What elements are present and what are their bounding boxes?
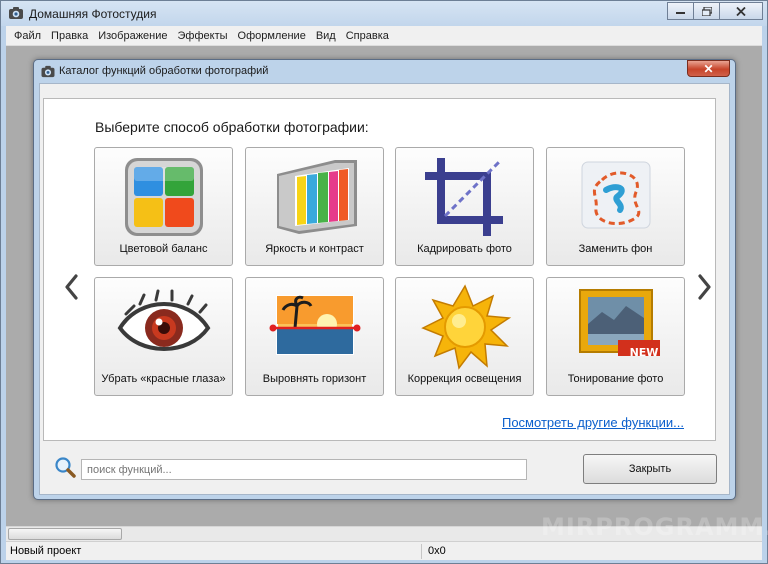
status-bar: Новый проект 0x0 (6, 541, 762, 560)
status-coordinates: 0x0 (428, 545, 446, 557)
menu-bar: Файл Правка Изображение Эффекты Оформлен… (6, 26, 762, 46)
tile-label: Убрать «красные глаза» (101, 373, 226, 385)
dialog-close-button[interactable]: ✕ (687, 60, 730, 77)
red-eye-icon (117, 289, 211, 351)
new-badge: NEW (629, 346, 659, 359)
title-bar: Домашняя Фотостудия (1, 1, 767, 26)
dialog-title-bar: Каталог функций обработки фотографий ✕ (34, 60, 735, 82)
maximize-button[interactable] (693, 2, 720, 20)
sun-icon (421, 284, 512, 370)
menu-help[interactable]: Справка (341, 30, 394, 42)
close-icon: ✕ (703, 61, 714, 76)
tile-label: Выровнять горизонт (262, 373, 367, 385)
menu-edit[interactable]: Правка (46, 30, 93, 42)
minimize-button[interactable] (667, 2, 694, 20)
status-divider (421, 544, 422, 559)
chevron-right-icon[interactable] (696, 274, 712, 300)
tile-horizon[interactable]: Выровнять горизонт (245, 277, 384, 396)
search-input[interactable] (81, 459, 527, 480)
menu-file[interactable]: Файл (9, 30, 46, 42)
panel-heading: Выберите способ обработки фотографии: (95, 119, 369, 135)
menu-view[interactable]: Вид (311, 30, 341, 42)
tile-color-balance[interactable]: Цветовой баланс (94, 147, 233, 266)
scrollbar-thumb[interactable] (8, 528, 122, 540)
search-icon (55, 457, 76, 478)
more-functions-link[interactable]: Посмотреть другие функции... (502, 415, 684, 430)
color-balance-icon (125, 158, 203, 236)
tile-replace-background[interactable]: Заменить фон (546, 147, 685, 266)
minimize-icon (676, 12, 685, 14)
tile-label: Цветовой баланс (119, 243, 208, 255)
camera-icon (41, 65, 55, 78)
status-project-name: Новый проект (10, 545, 82, 557)
window-controls (667, 2, 763, 20)
restore-icon (701, 6, 712, 16)
window-title: Домашняя Фотостудия (29, 7, 157, 21)
camera-icon (9, 7, 23, 19)
close-icon (736, 6, 746, 16)
dialog-body: Выберите способ обработки фотографии: Цв… (39, 83, 730, 495)
menu-effects[interactable]: Эффекты (173, 30, 233, 42)
menu-design[interactable]: Оформление (233, 30, 311, 42)
chevron-left-icon[interactable] (64, 274, 80, 300)
horizon-icon (269, 295, 361, 355)
tile-label: Тонирование фото (567, 373, 664, 385)
tile-lighting[interactable]: Коррекция освещения (395, 277, 534, 396)
function-catalog-dialog: Каталог функций обработки фотографий ✕ В… (33, 59, 736, 500)
replace-background-icon (581, 161, 651, 229)
tile-label: Коррекция освещения (407, 373, 522, 385)
close-button[interactable]: Закрыть (583, 454, 717, 484)
tile-brightness-contrast[interactable]: Яркость и контраст (245, 147, 384, 266)
tile-label: Заменить фон (578, 243, 653, 255)
tile-toning[interactable]: NEW Тонирование фото (546, 277, 685, 396)
tile-crop[interactable]: Кадрировать фото (395, 147, 534, 266)
window-close-button[interactable] (719, 2, 763, 20)
tile-label: Яркость и контраст (265, 243, 364, 255)
menu-image[interactable]: Изображение (93, 30, 172, 42)
dialog-title: Каталог функций обработки фотографий (59, 65, 269, 77)
tile-red-eye[interactable]: Убрать «красные глаза» (94, 277, 233, 396)
brightness-contrast-icon (277, 160, 357, 234)
watermark: MIRPROGRAMM.RU (541, 513, 768, 541)
functions-panel: Выберите способ обработки фотографии: Цв… (43, 98, 716, 441)
crop-icon (425, 158, 503, 236)
tile-label: Кадрировать фото (417, 243, 512, 255)
